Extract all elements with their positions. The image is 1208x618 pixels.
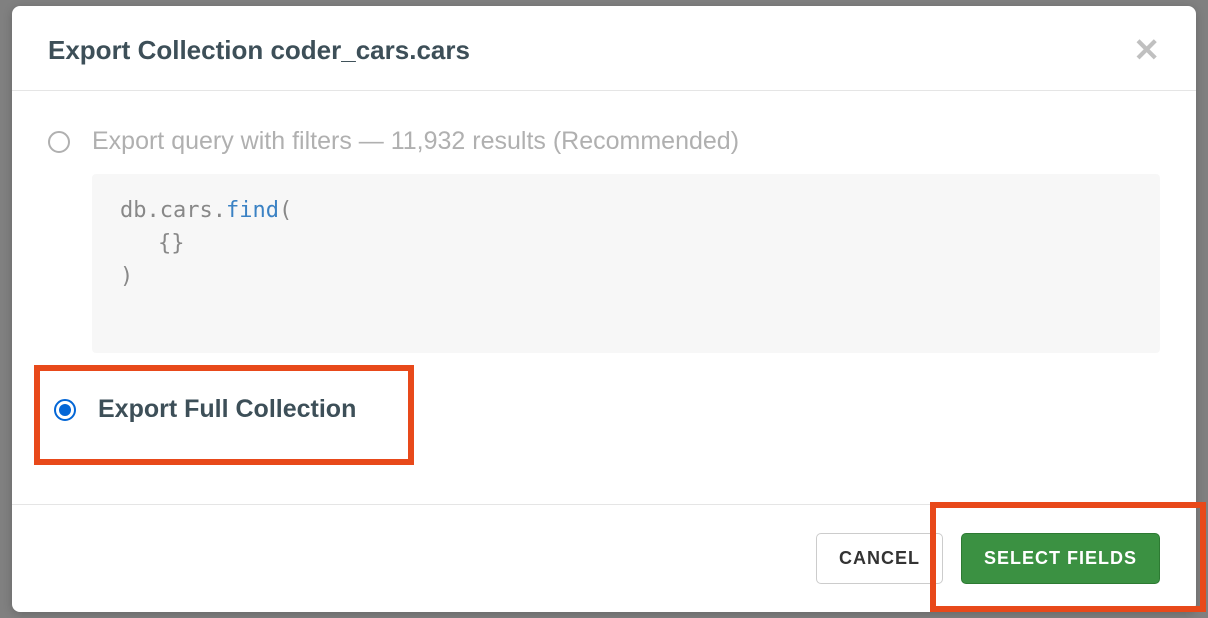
export-collection-modal: Export Collection coder_cars.cars ✕ Expo…: [12, 6, 1196, 612]
export-query-filters-label: Export query with filters — 11,932 resul…: [92, 127, 739, 156]
modal-body: Export query with filters — 11,932 resul…: [12, 91, 1196, 504]
radio-selected-icon[interactable]: [54, 399, 76, 421]
radio-unselected-icon[interactable]: [48, 131, 70, 153]
modal-footer: CANCEL SELECT FIELDS: [12, 504, 1196, 612]
code-line-1: db.cars.find(: [120, 194, 1132, 227]
modal-header: Export Collection coder_cars.cars ✕: [12, 6, 1196, 91]
export-full-collection-label: Export Full Collection: [98, 395, 356, 424]
close-icon[interactable]: ✕: [1133, 34, 1160, 66]
query-code-block: db.cars.find( {} ): [92, 174, 1160, 353]
code-line-3: ): [120, 260, 1132, 293]
cancel-button[interactable]: CANCEL: [816, 533, 943, 584]
select-fields-button[interactable]: SELECT FIELDS: [961, 533, 1160, 584]
modal-title: Export Collection coder_cars.cars: [48, 35, 470, 66]
code-line-2: {}: [120, 227, 1132, 260]
export-full-collection-option[interactable]: Export Full Collection: [48, 395, 1160, 424]
export-query-filters-option[interactable]: Export query with filters — 11,932 resul…: [48, 127, 1160, 156]
